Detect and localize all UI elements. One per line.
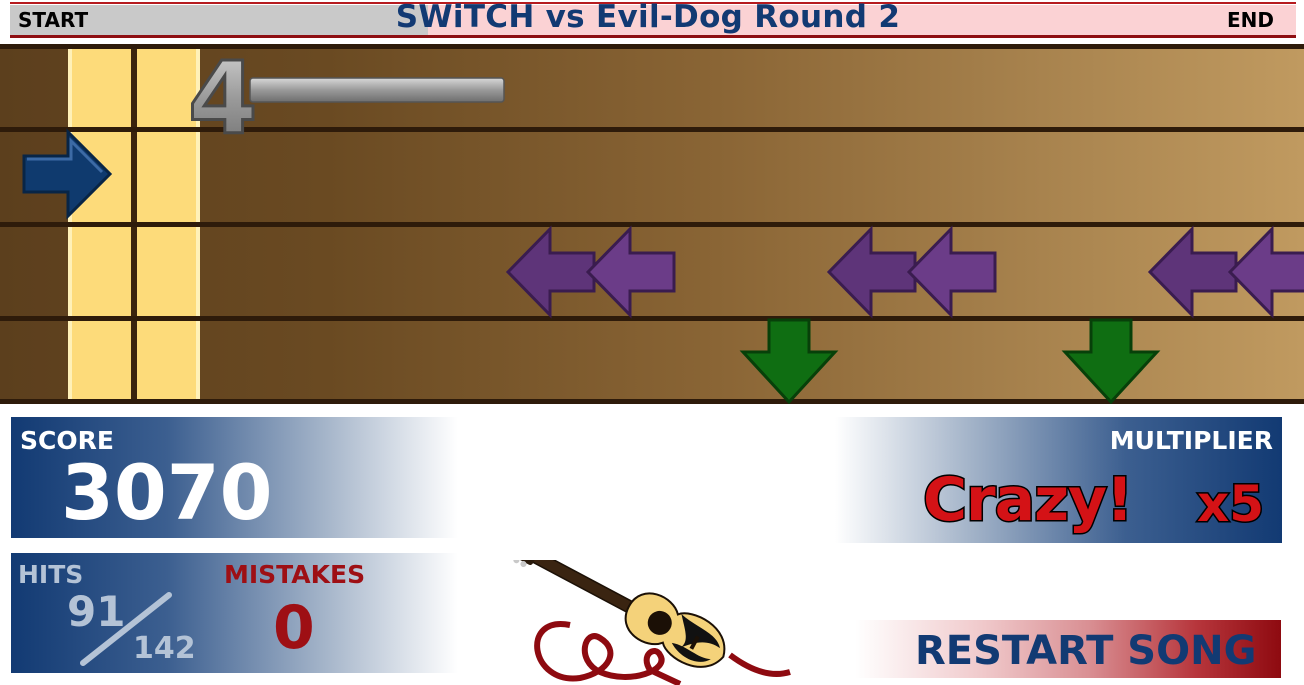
end-label: END (1226, 8, 1274, 32)
hits-total: 142 (133, 631, 196, 666)
song-title: SWiTCH vs Evil-Dog Round 2 (395, 0, 901, 35)
mistakes-value: 0 (273, 593, 315, 663)
left-arrow-note (505, 225, 596, 319)
multiplier-value: x5 (1195, 474, 1265, 535)
countdown-bar (249, 77, 505, 103)
note-highway[interactable]: 4 (0, 44, 1304, 404)
left-arrow-note (1147, 225, 1238, 319)
mistakes-label: MISTAKES (224, 560, 366, 589)
left-arrow-note (585, 225, 676, 319)
left-arrow-note (1227, 225, 1304, 319)
multiplier-word: Crazy! (922, 464, 1136, 537)
countdown-number: 4 (188, 44, 258, 157)
hits-label: HITS (18, 560, 84, 589)
restart-song-button[interactable]: RESTART SONG (855, 620, 1281, 678)
left-arrow-note (826, 225, 917, 319)
down-arrow-note (739, 318, 839, 404)
score-value: 3070 (61, 448, 273, 537)
score-panel: SCORE 3070 (11, 417, 458, 538)
song-progress-bar: START SWiTCH vs Evil-Dog Round 2 END (0, 0, 1304, 40)
guitar-icon (513, 560, 791, 685)
left-arrow-note (906, 225, 997, 319)
multiplier-panel: MULTIPLIER Crazy! x5 (835, 417, 1282, 543)
down-arrow-note (1061, 318, 1161, 404)
restart-song-label: RESTART SONG (915, 628, 1257, 674)
hits-panel: HITS 91 142 MISTAKES 0 (11, 553, 458, 673)
multiplier-label: MULTIPLIER (1109, 426, 1273, 455)
note-highway-canvas: 4 (0, 44, 1304, 404)
